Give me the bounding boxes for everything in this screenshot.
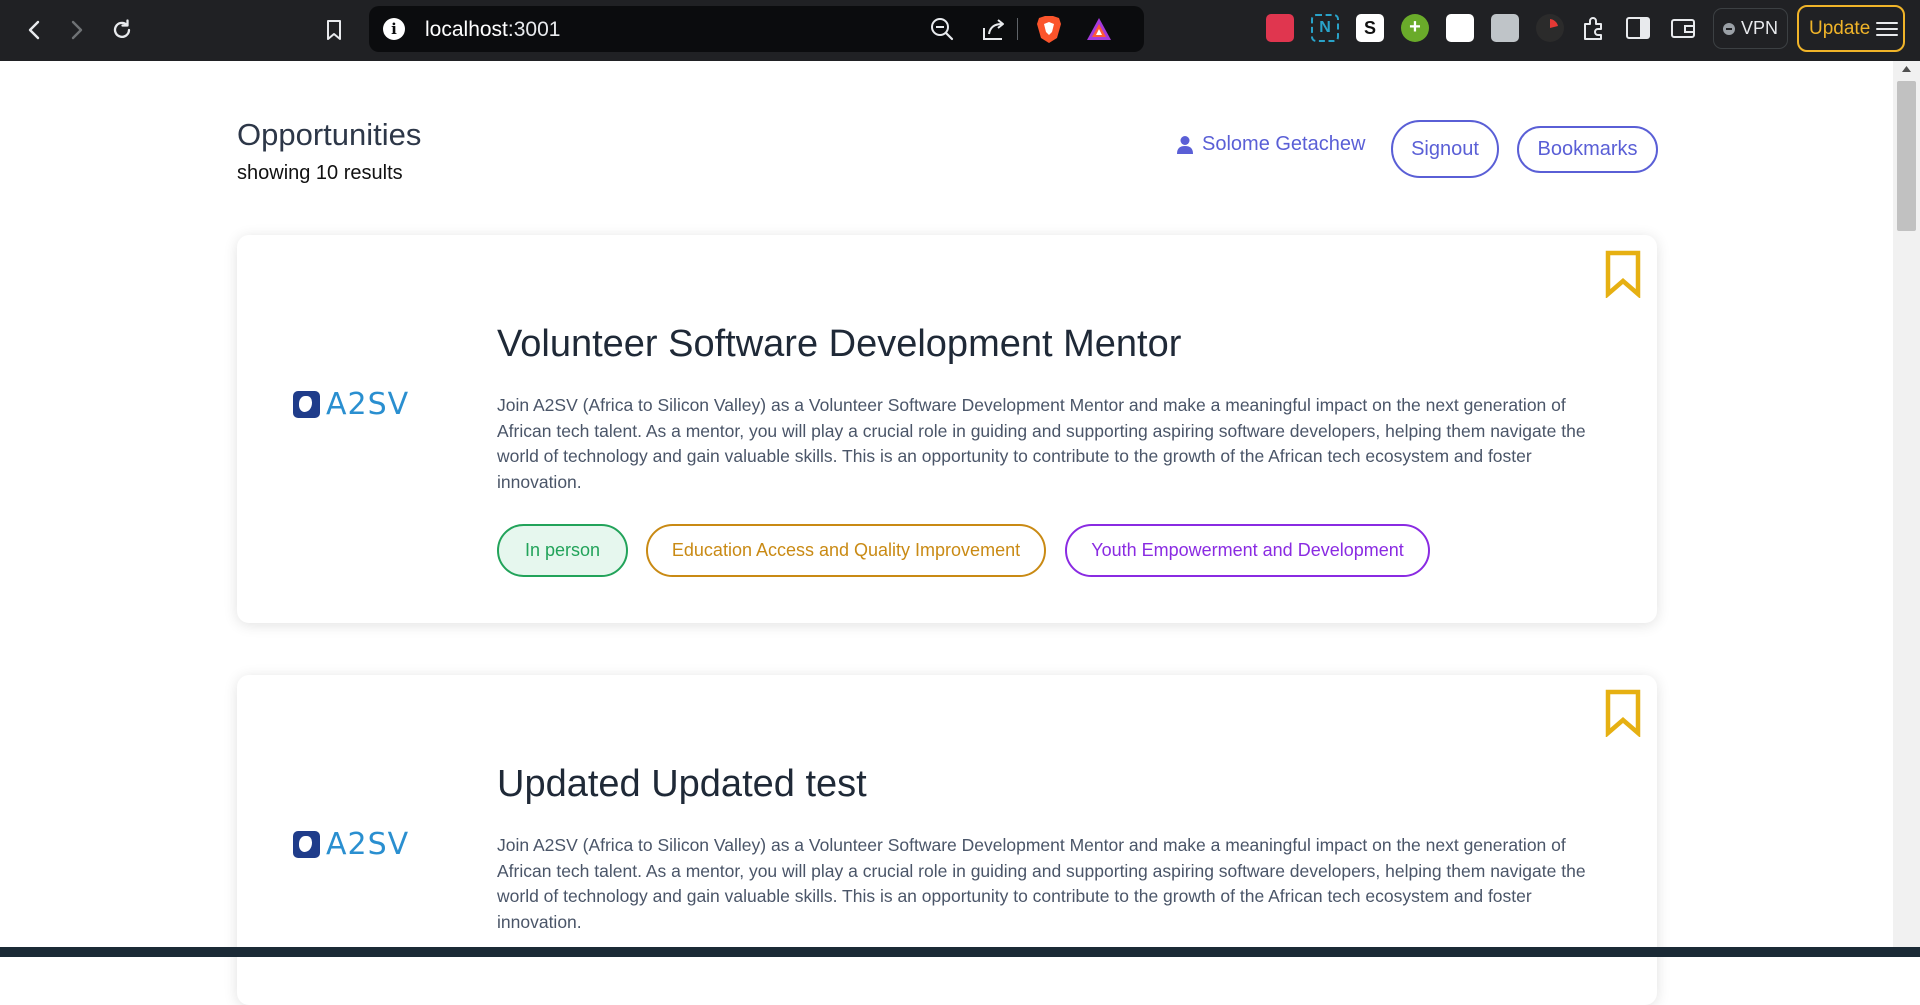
- sidebar-toggle-icon[interactable]: [1625, 16, 1651, 45]
- extension-a2sv-icon[interactable]: [1446, 14, 1474, 42]
- user-name: Solome Getachew: [1202, 133, 1366, 155]
- opportunity-description: Join A2SV (Africa to Silicon Valley) as …: [497, 835, 1586, 932]
- extension-timer-icon[interactable]: [1536, 14, 1564, 42]
- tag-location: In person: [497, 524, 628, 577]
- share-icon[interactable]: [981, 16, 1007, 47]
- opportunity-description: Join A2SV (Africa to Silicon Valley) as …: [497, 395, 1586, 492]
- vpn-label: VPN: [1740, 18, 1778, 38]
- scroll-up-icon[interactable]: [1901, 65, 1912, 73]
- update-button[interactable]: Update: [1797, 5, 1905, 52]
- reload-icon[interactable]: [106, 14, 138, 46]
- page-scrollbar[interactable]: [1893, 61, 1920, 957]
- opportunity-title: Updated Updated test: [497, 763, 867, 805]
- extensions-puzzle-icon[interactable]: [1580, 14, 1608, 47]
- forward-icon[interactable]: [61, 14, 93, 46]
- bookmark-icon[interactable]: [1603, 250, 1643, 299]
- tag-category: Education Access and Quality Improvement: [646, 524, 1046, 577]
- organization-logo: A2SV: [293, 826, 413, 862]
- extension-s-icon[interactable]: S: [1356, 14, 1384, 42]
- logo-text: A2SV: [326, 386, 410, 422]
- a2sv-logo-mark: [293, 390, 320, 418]
- vpn-button[interactable]: VPN: [1713, 8, 1788, 49]
- user-link[interactable]: Solome Getachew: [1176, 133, 1365, 156]
- extension-hand-icon[interactable]: [1491, 14, 1519, 42]
- bookmarks-button[interactable]: Bookmarks: [1517, 126, 1658, 173]
- divider: [1017, 18, 1018, 40]
- vpn-status-icon: [1722, 22, 1735, 35]
- zoom-out-icon[interactable]: [929, 16, 955, 47]
- extension-pocket-icon[interactable]: [1266, 14, 1294, 42]
- wallet-icon[interactable]: [1670, 16, 1696, 45]
- address-bar[interactable]: i localhost:3001: [369, 6, 1144, 52]
- results-count: showing 10 results: [237, 162, 403, 184]
- signout-button[interactable]: Signout: [1391, 120, 1499, 178]
- bookmark-page-icon[interactable]: [318, 14, 350, 46]
- update-label: Update: [1809, 17, 1871, 39]
- extension-plus-icon[interactable]: +: [1401, 14, 1429, 42]
- user-icon: [1177, 135, 1193, 154]
- back-icon[interactable]: [18, 14, 50, 46]
- browser-toolbar: i localhost:3001 N S + VPN Update: [0, 0, 1920, 61]
- tag-category: Youth Empowerment and Development: [1065, 524, 1430, 577]
- page-title: Opportunities: [237, 117, 422, 152]
- brave-rewards-icon[interactable]: [1085, 16, 1113, 47]
- organization-logo: A2SV: [293, 386, 413, 422]
- brave-shield-icon[interactable]: [1035, 14, 1063, 49]
- extension-notion-icon[interactable]: N: [1311, 14, 1339, 42]
- url-text: localhost:3001: [425, 18, 561, 41]
- scroll-thumb[interactable]: [1897, 81, 1916, 231]
- taskbar: [0, 947, 1920, 957]
- a2sv-logo-mark: [293, 830, 320, 858]
- site-info-icon[interactable]: i: [383, 18, 405, 40]
- bookmark-icon[interactable]: [1603, 689, 1643, 738]
- menu-icon: [1876, 21, 1899, 37]
- opportunity-card[interactable]: A2SV Volunteer Software Development Ment…: [237, 235, 1657, 623]
- logo-text: A2SV: [326, 826, 410, 862]
- opportunity-title: Volunteer Software Development Mentor: [497, 323, 1182, 365]
